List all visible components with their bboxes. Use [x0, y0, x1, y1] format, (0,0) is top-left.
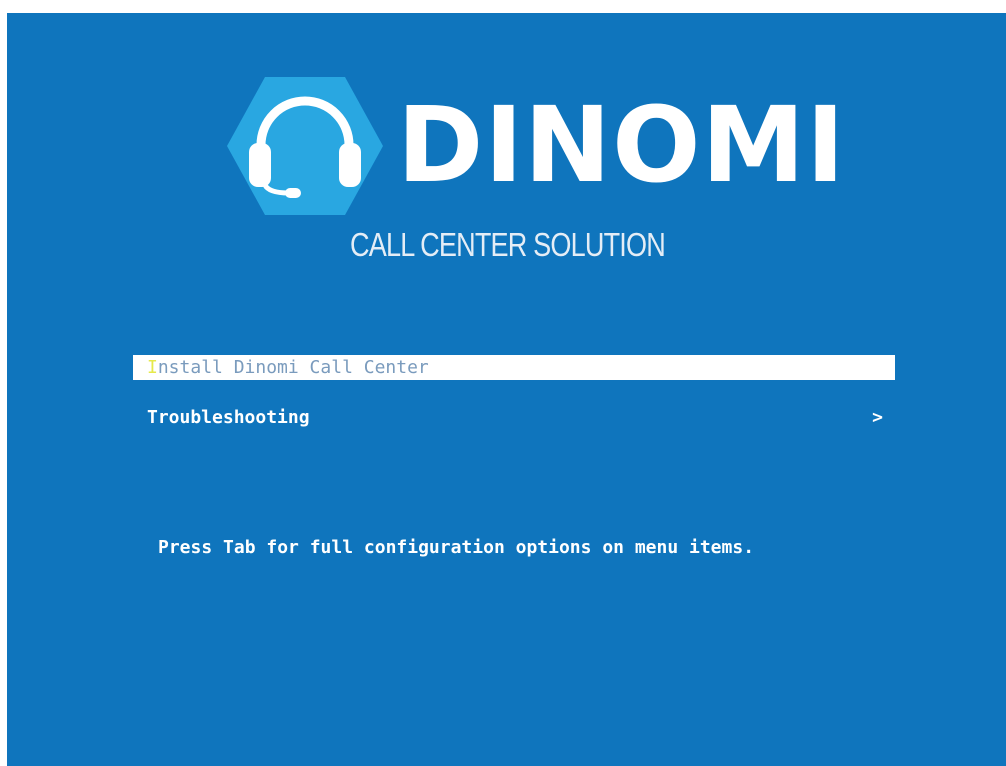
chevron-right-icon: >: [872, 407, 883, 428]
boot-menu: Install Dinomi Call Center Troubleshooti…: [133, 355, 895, 430]
menu-item-label: Troubleshooting: [147, 407, 310, 428]
tagline: CALL CENTER SOLUTION: [350, 226, 666, 263]
headset-icon: [227, 77, 383, 215]
boot-menu-screen: DINOMI CALL CENTER SOLUTION Install Dino…: [7, 13, 1006, 766]
help-hint: Press Tab for full configuration options…: [158, 537, 755, 558]
dinomi-logo: DINOMI: [225, 75, 845, 217]
menu-item-troubleshooting[interactable]: Troubleshooting >: [133, 405, 895, 430]
menu-item-label: nstall Dinomi Call Center: [157, 357, 429, 378]
hotkey-letter: I: [147, 357, 158, 378]
menu-item-install[interactable]: Install Dinomi Call Center: [133, 355, 895, 380]
brand-name: DINOMI: [397, 84, 846, 206]
